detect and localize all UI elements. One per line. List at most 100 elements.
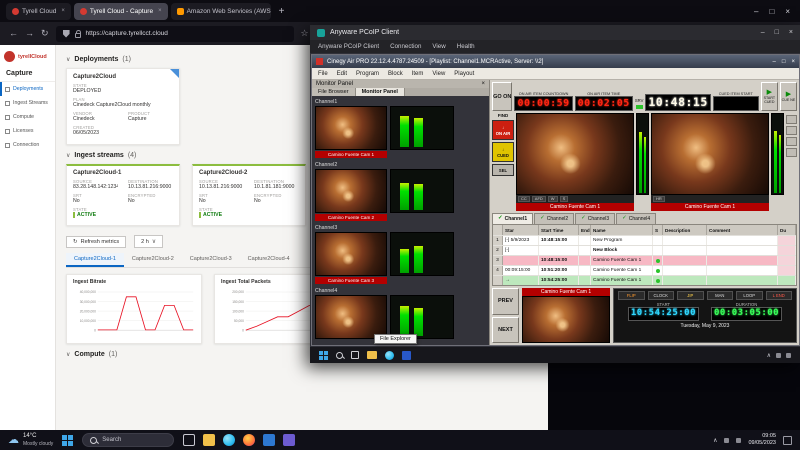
next-button[interactable]: NEXT <box>492 317 519 344</box>
side-tool-button[interactable] <box>786 137 797 146</box>
channel-video-thumbnail[interactable] <box>315 169 387 213</box>
ingest-card-2[interactable]: Capture2Cloud-2 SOURCE 10.13.81.216:9000… <box>192 164 306 226</box>
close-icon[interactable]: × <box>791 59 795 65</box>
cinegy-title-bar[interactable]: Cinegy Air PRO 22.12.4.4787.24509 - [Pla… <box>312 55 799 68</box>
tab-file-browser[interactable]: File Browser <box>312 88 356 96</box>
side-tool-button[interactable] <box>786 126 797 135</box>
go-on-button[interactable]: GO ON <box>492 82 512 111</box>
pcoip-menu-item[interactable]: Health <box>457 43 475 50</box>
onair-button[interactable]: ↓ ON AIR <box>492 120 514 140</box>
deployment-card[interactable]: Capture2Cloud STATE DEPLOYED PLAN Cinede… <box>66 68 180 145</box>
remote-tray-icon[interactable] <box>786 353 791 358</box>
remote-app-icon[interactable] <box>402 351 411 360</box>
jip-button[interactable]: JIP <box>677 291 704 300</box>
tracking-shield-icon[interactable] <box>63 30 70 38</box>
sidebar-item-connection[interactable]: Connection <box>0 138 55 152</box>
weather-widget[interactable]: ☁ 14°C Mostly cloudy <box>8 433 53 446</box>
maximize-icon[interactable]: □ <box>775 29 779 36</box>
taskbar-app-icon[interactable] <box>283 434 295 446</box>
tab-aws[interactable]: Amazon Web Services (AWS) × <box>171 3 271 20</box>
remote-explorer-icon[interactable] <box>367 351 377 359</box>
taskbar-clock[interactable]: 09:05 09/05/2023 <box>748 433 776 447</box>
man-button[interactable]: MAN <box>707 291 734 300</box>
remote-edge-icon[interactable] <box>385 351 394 360</box>
explorer-icon[interactable] <box>203 434 215 446</box>
close-icon[interactable]: × <box>785 7 790 16</box>
playlist-tab-channel3[interactable]: ✓ Channel3 <box>575 213 615 224</box>
cinegy-menu-item[interactable]: Item <box>412 71 424 77</box>
col-end[interactable]: End <box>579 225 591 235</box>
panel-close-icon[interactable]: × <box>481 81 485 87</box>
forward-icon[interactable]: → <box>25 29 34 38</box>
flip-button[interactable]: FLIP <box>618 291 645 300</box>
taskbar-app-icon[interactable] <box>263 434 275 446</box>
address-bar[interactable]: https://capture.tyrellcct.cloud <box>56 26 294 42</box>
playlist-row-4[interactable]: 4 00:09:15:00 10:51:20:00 Camino Fuente … <box>493 265 796 275</box>
cinegy-menu-item[interactable]: Block <box>388 71 403 77</box>
ingest-card-1[interactable]: Capture2Cloud-1 SOURCE 83.28.148.142:123… <box>66 164 180 226</box>
new-tab-button[interactable]: + <box>279 6 285 17</box>
cued-button[interactable]: ↓ CUED <box>492 142 514 162</box>
firefox-icon[interactable] <box>243 434 255 446</box>
time-range-select[interactable]: 2 h ∨ <box>134 235 163 248</box>
search-input[interactable]: Search <box>82 433 174 447</box>
metrics-tab-1[interactable]: Capture2Cloud-1 <box>66 253 124 267</box>
start-cued-button[interactable]: ▶ START CUED <box>761 82 778 111</box>
lend-button[interactable]: L END <box>766 291 793 300</box>
sidebar-item-compute[interactable]: Compute <box>0 110 55 124</box>
tab-tyrell-cloud-capture[interactable]: Tyrell Cloud - Capture × <box>74 3 168 20</box>
tray-icon[interactable] <box>736 438 741 443</box>
col-s[interactable]: S <box>653 225 663 235</box>
notification-icon[interactable] <box>783 436 792 445</box>
edge-icon[interactable] <box>223 434 235 446</box>
tab-close-icon[interactable]: × <box>61 8 65 14</box>
cinegy-menu-item[interactable]: Program <box>356 71 379 77</box>
remote-search-icon[interactable] <box>336 352 343 359</box>
cinegy-menu-item[interactable]: Edit <box>337 71 347 77</box>
clock-button[interactable]: CLOCK <box>648 291 675 300</box>
col-name[interactable]: Name <box>591 225 653 235</box>
col-start-time[interactable]: Start Time <box>539 225 579 235</box>
playlist-row-5-cued[interactable]: → 10:54:25:00 Camino Fuente Cam 1 <box>493 275 796 285</box>
pcoip-menu-item[interactable]: Anyware PCoIP Client <box>318 43 379 50</box>
metrics-tab-4[interactable]: Capture2Cloud-4 <box>240 253 298 267</box>
back-icon[interactable]: ← <box>9 29 18 38</box>
remote-taskview-icon[interactable] <box>351 351 359 359</box>
channel-video-thumbnail[interactable] <box>315 106 387 150</box>
col-description[interactable]: Description <box>663 225 707 235</box>
playlist-tab-channel2[interactable]: ✓ Channel2 <box>534 213 574 224</box>
remote-tray-chevron-icon[interactable]: ∧ <box>767 352 771 359</box>
playlist-tab-channel1[interactable]: ✓ Channel1 <box>492 213 533 224</box>
tab-close-icon[interactable]: × <box>158 8 162 14</box>
tab-monitor-panel[interactable]: Monitor Panel <box>356 88 405 96</box>
pcoip-menu-item[interactable]: View <box>432 43 445 50</box>
minimize-icon[interactable]: – <box>773 59 776 65</box>
bookmark-star-icon[interactable]: ☆ <box>301 29 309 38</box>
sel-button[interactable]: SEL <box>492 164 514 176</box>
side-tool-button[interactable] <box>786 115 797 124</box>
close-icon[interactable]: × <box>789 29 793 36</box>
metrics-tab-2[interactable]: Capture2Cloud-2 <box>124 253 182 267</box>
playlist-row-1[interactable]: 1 [-] 5/9/2023 10:48:15:00 New Program <box>493 235 796 245</box>
col-star[interactable]: Star <box>503 225 539 235</box>
taskview-icon[interactable] <box>183 434 195 446</box>
col-duration[interactable]: Du <box>778 225 796 235</box>
channel-video-thumbnail[interactable] <box>315 232 387 276</box>
sidebar-item-deployments[interactable]: Deployments <box>0 82 55 96</box>
refresh-metrics-button[interactable]: ↻ Refresh metrics <box>66 236 126 248</box>
maximize-icon[interactable]: □ <box>782 59 786 65</box>
maximize-icon[interactable]: □ <box>769 7 774 16</box>
channel-video-thumbnail[interactable] <box>315 295 387 339</box>
tab-tyrell-cloud[interactable]: Tyrell Cloud × <box>6 3 71 20</box>
prev-button[interactable]: PREV <box>492 288 519 315</box>
playlist-row-2[interactable]: 2 [-] New Block <box>493 245 796 255</box>
cinegy-menu-item[interactable]: File <box>318 71 328 77</box>
cue-next-button[interactable]: ▶ CUE NE <box>780 82 797 111</box>
sidebar-item-ingest-streams[interactable]: Ingest Streams <box>0 96 55 110</box>
pcoip-menu-item[interactable]: Connection <box>390 43 421 50</box>
remote-start-icon[interactable] <box>319 351 328 360</box>
remote-tray-icon[interactable] <box>776 353 781 358</box>
loop-button[interactable]: LOOP <box>736 291 763 300</box>
side-tool-button[interactable] <box>786 148 797 157</box>
col-comment[interactable]: Comment <box>707 225 778 235</box>
